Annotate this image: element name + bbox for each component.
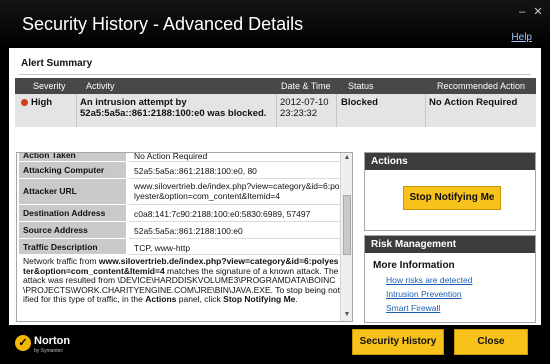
detail-value: 52a5:5a5a::861:2188:100:e0, 80 (129, 162, 340, 179)
header-activity: Activity (86, 81, 115, 91)
detail-key: Destination Address (19, 205, 126, 222)
detail-key: Attacker URL (19, 179, 126, 205)
detail-row-action-taken: Action Taken No Action Required (17, 153, 341, 162)
divider (19, 74, 531, 75)
status-cell: Blocked (341, 97, 378, 108)
detail-value: TCP, www-http (129, 239, 340, 255)
alert-row[interactable]: High An intrusion attempt by 52a5:5a5a::… (15, 94, 536, 127)
detail-row-traffic-description: Traffic Description TCP, www-http (17, 239, 341, 255)
header-recommended-action: Recommended Action (437, 81, 526, 91)
detail-row-destination-address: Destination Address c0a8:141:7c90:2188:1… (17, 205, 341, 222)
detail-row-attacker-url: Attacker URL www.silovertrieb.de/index.p… (17, 179, 341, 205)
detail-key: Action Taken (19, 153, 126, 162)
detail-row-attacking-computer: Attacking Computer 52a5:5a5a::861:2188:1… (17, 162, 341, 179)
alert-summary-title: Alert Summary (21, 58, 93, 69)
link-intrusion-prevention[interactable]: Intrusion Prevention (386, 289, 462, 299)
actions-panel-title: Actions (365, 153, 535, 170)
divider (425, 94, 426, 127)
content-area: Alert Summary Severity Activity Date & T… (9, 48, 541, 325)
divider (276, 94, 277, 127)
footer-bar: ✓ Norton by Symantec Security History Cl… (0, 325, 550, 364)
link-how-risks-detected[interactable]: How risks are detected (386, 275, 472, 285)
more-information-label: More Information (373, 260, 455, 271)
detail-row-source-address: Source Address 52a5:5a5a::861:2188:100:e… (17, 222, 341, 239)
title-bar: Security History - Advanced Details – ✕ … (0, 0, 550, 48)
minimize-icon[interactable]: – (516, 6, 528, 18)
severity-cell: High (21, 97, 52, 108)
details-scrollbar[interactable]: ▲ ▼ (340, 153, 352, 321)
stop-notifying-button[interactable]: Stop Notifying Me (403, 186, 501, 210)
alert-table-header: Severity Activity Date & Time Status Rec… (15, 78, 536, 94)
detail-value: c0a8:141:7c90:2188:100:e0:5830:6989, 574… (129, 205, 340, 222)
header-date-time: Date & Time (281, 81, 331, 91)
time-cell: 23:23:32 (280, 108, 317, 119)
checkmark-icon: ✓ (15, 335, 31, 351)
header-severity: Severity (33, 81, 66, 91)
detail-key: Traffic Description (19, 239, 126, 255)
attack-description: Network traffic from www.silovertrieb.de… (23, 256, 340, 304)
detail-value: No Action Required (129, 153, 340, 162)
detail-key: Attacking Computer (19, 162, 126, 179)
scroll-thumb[interactable] (343, 195, 351, 255)
recommended-action-cell: No Action Required (429, 97, 518, 108)
header-status: Status (348, 81, 374, 91)
actions-panel: Actions Stop Notifying Me (364, 152, 536, 231)
advanced-details-window: Security History - Advanced Details – ✕ … (0, 0, 550, 364)
date-cell: 2012-07-10 (280, 97, 329, 108)
activity-cell: An intrusion attempt by 52a5:5a5a::861:2… (80, 97, 267, 119)
scroll-down-icon[interactable]: ▼ (342, 311, 352, 320)
detail-value: 52a5:5a5a::861:2188:100:e0 (129, 222, 340, 239)
risk-panel-title: Risk Management (365, 236, 535, 253)
close-button[interactable]: Close (454, 329, 528, 355)
risk-management-panel: Risk Management More Information How ris… (364, 235, 536, 323)
link-smart-firewall[interactable]: Smart Firewall (386, 303, 440, 313)
divider (336, 94, 337, 127)
security-history-button[interactable]: Security History (352, 329, 444, 355)
close-icon[interactable]: ✕ (532, 6, 544, 18)
high-severity-icon (21, 99, 28, 106)
detail-value: www.silovertrieb.de/index.php?view=categ… (129, 179, 340, 205)
detail-key: Source Address (19, 222, 126, 239)
details-pane[interactable]: Action Taken No Action Required Attackin… (16, 152, 353, 322)
norton-logo: ✓ Norton by Symantec (15, 331, 73, 357)
divider (76, 94, 77, 127)
scroll-up-icon[interactable]: ▲ (342, 154, 352, 163)
window-title: Security History - Advanced Details (22, 14, 304, 34)
help-link[interactable]: Help (511, 32, 532, 43)
